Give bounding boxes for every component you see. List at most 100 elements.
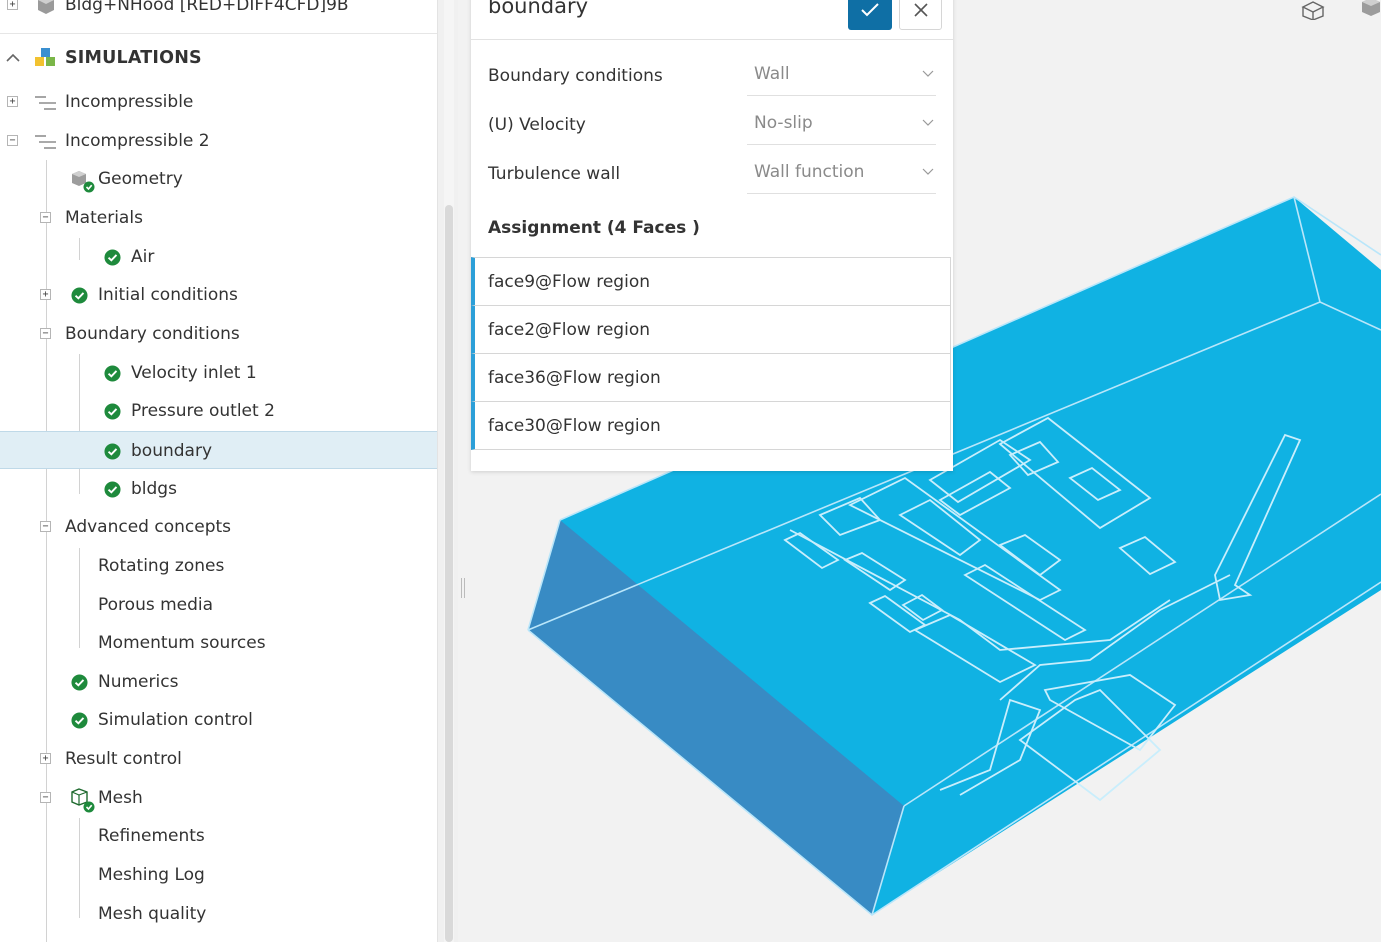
expand-icon[interactable]: + [40, 289, 51, 300]
simulations-heading: SIMULATIONS [65, 48, 202, 68]
assignment-heading: Assignment (4 Faces ) [488, 218, 700, 238]
tree-item-label: bldgs [131, 479, 177, 499]
tree-item-boundary[interactable]: boundary [0, 431, 437, 469]
tree-item-porous-media[interactable]: Porous media [0, 586, 437, 624]
mesh-icon [71, 788, 95, 813]
panel-resize-handle[interactable] [461, 578, 465, 598]
velocity-select[interactable]: No-slip [747, 105, 936, 145]
tree-item-label: Velocity inlet 1 [131, 363, 257, 383]
collapse-icon[interactable]: − [7, 135, 18, 146]
tree-item-label: Momentum sources [98, 633, 266, 653]
check-circle-icon [71, 712, 88, 729]
tree-item-meshing-log[interactable]: Meshing Log [0, 856, 437, 894]
select-value: Wall function [754, 162, 865, 182]
close-icon [914, 3, 928, 17]
tree-item-result-control[interactable]: + Result control [0, 740, 437, 778]
simulations-cubes-icon [35, 48, 55, 66]
select-value: No-slip [754, 113, 813, 133]
tree-item-label: Refinements [98, 826, 205, 846]
tree-item-label: Pressure outlet 2 [131, 401, 275, 421]
divider [0, 33, 437, 34]
list-item[interactable]: face36@Flow region [471, 353, 951, 402]
tree-item-label: Boundary conditions [65, 324, 240, 344]
simulation-list-icon [35, 96, 56, 110]
tree-scrollbar-thumb[interactable] [445, 205, 453, 942]
geometry-cube-icon [38, 0, 54, 14]
dialog-header: boundary [471, 0, 953, 40]
select-value: Wall [754, 64, 790, 84]
check-circle-icon [104, 403, 121, 420]
cancel-button[interactable] [899, 0, 942, 30]
tree-item-air[interactable]: Air [0, 238, 437, 276]
collapse-icon[interactable]: − [40, 521, 51, 532]
chevron-down-icon [922, 70, 934, 77]
tree-item-label: Meshing Log [98, 865, 205, 885]
tree-item-label: Air [131, 247, 155, 267]
tree-item-incompressible-2[interactable]: − Incompressible 2 [0, 122, 437, 160]
collapse-icon[interactable]: − [40, 212, 51, 223]
tree-row-geometry-file[interactable]: + Bldg+NHood [RED+DIFF4CFD]9B [0, 0, 437, 24]
confirm-button[interactable] [848, 0, 892, 30]
tree-item-mesh[interactable]: − Mesh [0, 779, 437, 817]
collapse-icon[interactable]: − [40, 328, 51, 339]
list-item[interactable]: face30@Flow region [471, 401, 951, 450]
boundary-conditions-label: Boundary conditions [488, 66, 663, 86]
tree-item-simulation-control[interactable]: Simulation control [0, 701, 437, 739]
tree-item-label: Mesh quality [98, 904, 207, 924]
face-label: face9@Flow region [488, 272, 650, 292]
check-circle-icon [71, 287, 88, 304]
tree-item-label: Mesh [98, 788, 143, 808]
tree-item-label: boundary [131, 441, 212, 461]
tree-item-label: Rotating zones [98, 556, 225, 576]
collapse-icon[interactable]: − [40, 792, 51, 803]
tree-item-label: Geometry [98, 169, 183, 189]
check-circle-icon [104, 249, 121, 266]
check-circle-icon [104, 443, 121, 460]
isometric-view-icon[interactable] [1361, 0, 1381, 16]
tree-item-initial-conditions[interactable]: + Initial conditions [0, 276, 437, 314]
boundary-condition-dialog: boundary Boundary conditions Wall (U) Ve… [471, 0, 953, 471]
check-circle-icon [71, 674, 88, 691]
tree-item-bldgs[interactable]: bldgs [0, 470, 437, 508]
tree-item-momentum-sources[interactable]: Momentum sources [0, 624, 437, 662]
face-label: face2@Flow region [488, 320, 650, 340]
checkmark-icon [861, 3, 879, 17]
tree-item-mesh-quality[interactable]: Mesh quality [0, 895, 437, 933]
tree-item-label: Simulation control [98, 710, 253, 730]
tree-item-label: Result control [65, 749, 182, 769]
list-item[interactable]: face2@Flow region [471, 305, 951, 354]
chevron-up-icon[interactable] [6, 53, 20, 63]
geometry-file-name: Bldg+NHood [RED+DIFF4CFD]9B [65, 0, 349, 15]
check-circle-icon [104, 481, 121, 498]
tree-item-pressure-outlet-2[interactable]: Pressure outlet 2 [0, 392, 437, 430]
tree-item-label: Incompressible [65, 92, 194, 112]
turbulence-wall-select[interactable]: Wall function [747, 154, 936, 194]
velocity-label: (U) Velocity [488, 115, 586, 135]
expand-icon[interactable]: + [40, 753, 51, 764]
tree-item-velocity-inlet-1[interactable]: Velocity inlet 1 [0, 354, 437, 392]
tree-item-rotating-zones[interactable]: Rotating zones [0, 547, 437, 585]
tree-item-label: Numerics [98, 672, 179, 692]
face-label: face30@Flow region [488, 416, 661, 436]
tree-item-numerics[interactable]: Numerics [0, 663, 437, 701]
tree-item-geometry[interactable]: Geometry [0, 160, 437, 198]
tree-item-label: Initial conditions [98, 285, 238, 305]
tree-item-incompressible[interactable]: + Incompressible [0, 83, 437, 121]
simulations-section-header[interactable]: SIMULATIONS [0, 39, 437, 77]
tree-item-boundary-conditions[interactable]: − Boundary conditions [0, 315, 437, 353]
view-cube-icon[interactable] [1301, 0, 1327, 20]
boundary-type-select[interactable]: Wall [747, 56, 936, 96]
tree-item-advanced-concepts[interactable]: − Advanced concepts [0, 508, 437, 546]
face-label: face36@Flow region [488, 368, 661, 388]
expand-icon[interactable]: + [7, 96, 18, 107]
tree-item-refinements[interactable]: Refinements [0, 817, 437, 855]
geometry-icon [72, 171, 95, 193]
expand-icon[interactable]: + [7, 0, 18, 10]
simulation-list-icon [35, 135, 56, 149]
chevron-down-icon [922, 119, 934, 126]
tree-item-materials[interactable]: − Materials [0, 199, 437, 237]
list-item[interactable]: face9@Flow region [471, 257, 951, 306]
tree-item-label: Materials [65, 208, 143, 228]
turbulence-wall-label: Turbulence wall [488, 164, 621, 184]
chevron-down-icon [922, 168, 934, 175]
